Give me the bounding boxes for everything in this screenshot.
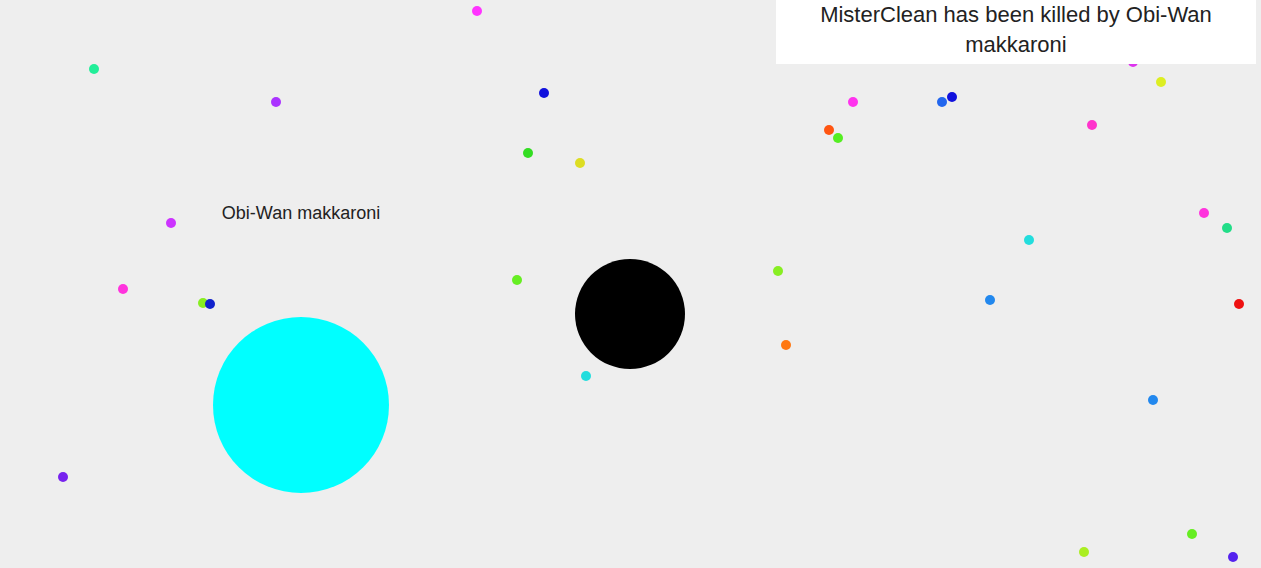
food-pellet xyxy=(205,299,215,309)
food-pellet xyxy=(118,284,128,294)
food-pellet xyxy=(1222,223,1232,233)
food-pellet xyxy=(1148,395,1158,405)
kill-notification: MisterClean has been killed by Obi-Wan m… xyxy=(776,0,1256,64)
food-pellet xyxy=(833,133,843,143)
food-pellet xyxy=(166,218,176,228)
food-pellet xyxy=(1234,299,1244,309)
food-pellet xyxy=(1156,77,1166,87)
food-pellet xyxy=(575,158,585,168)
food-pellet xyxy=(848,97,858,107)
food-pellet xyxy=(1079,547,1089,557)
food-pellet xyxy=(824,125,834,135)
player-cell xyxy=(213,317,389,493)
food-pellet xyxy=(937,97,947,107)
food-pellet xyxy=(89,64,99,74)
food-pellet xyxy=(1087,120,1097,130)
food-pellet xyxy=(985,295,995,305)
game-canvas[interactable]: Obi-Wan makkaroni MisterClean has been ki… xyxy=(0,0,1261,568)
player-name: Obi-Wan makkaroni xyxy=(222,203,380,224)
food-pellet xyxy=(773,266,783,276)
food-pellet xyxy=(581,371,591,381)
food-pellet xyxy=(1024,235,1034,245)
food-pellet xyxy=(512,275,522,285)
food-pellet xyxy=(58,472,68,482)
food-pellet xyxy=(472,6,482,16)
food-pellet xyxy=(523,148,533,158)
food-pellet xyxy=(271,97,281,107)
food-pellet xyxy=(947,92,957,102)
food-pellet xyxy=(1187,529,1197,539)
food-pellet xyxy=(1228,552,1238,562)
food-pellet xyxy=(781,340,791,350)
food-pellet xyxy=(539,88,549,98)
player-cell xyxy=(575,259,685,369)
food-pellet xyxy=(1199,208,1209,218)
